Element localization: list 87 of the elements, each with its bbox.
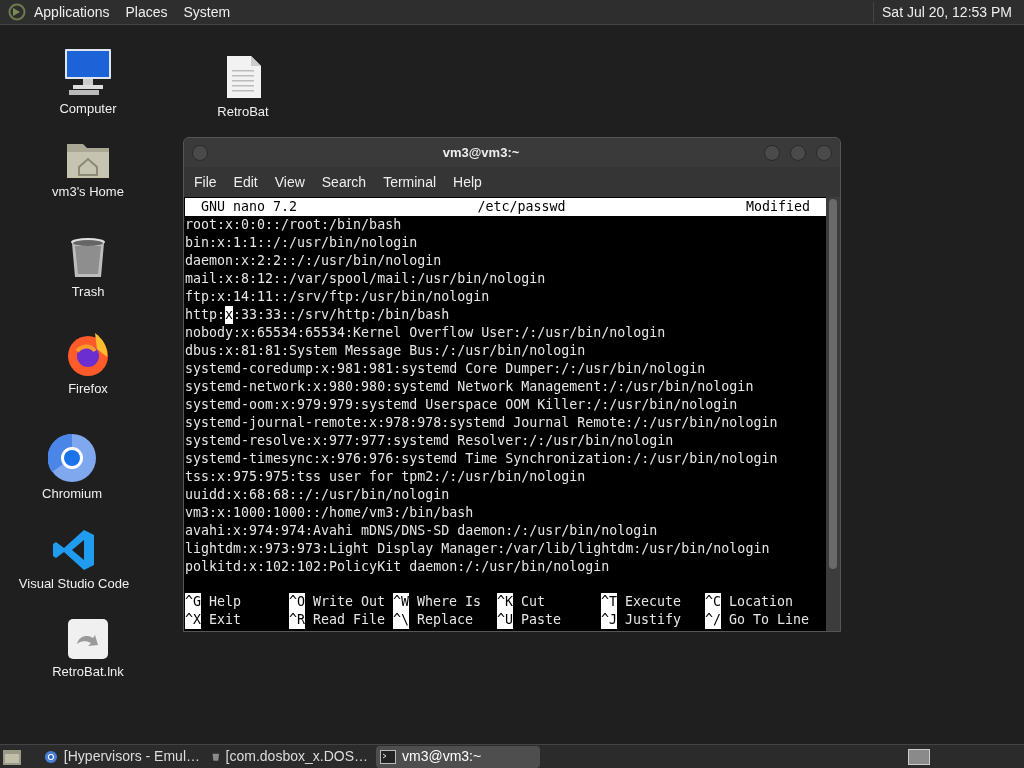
trash-icon (68, 236, 108, 280)
text-line: bin:x:1:1::/:/usr/bin/nologin (185, 234, 418, 252)
window-title: vm3@vm3:~ (441, 143, 521, 162)
text-line: tss:x:975:975:tss user for tpm2:/:/usr/bin/nologin (185, 468, 586, 486)
taskbar-button[interactable]: vm3@vm3:~ (376, 745, 540, 768)
text-line: dbus:x:81:81:System Message Bus:/:/usr/bin/nologin (185, 342, 586, 360)
window-menu-button[interactable] (192, 144, 208, 161)
shortcut-key: ^C (705, 593, 721, 611)
shortcut-key: ^R (289, 611, 305, 629)
shortcut-label: Where Is (417, 593, 482, 611)
panel-menu[interactable]: Applications (34, 1, 110, 23)
close-button[interactable] (816, 144, 832, 161)
shortcut-key: ^K (497, 593, 513, 611)
shortcut-label: Paste (521, 611, 562, 629)
shortcut-label: Help (209, 593, 242, 611)
shortcut-label: Location (729, 593, 794, 611)
workspace-switcher[interactable] (908, 748, 930, 765)
shortcut-label: Write Out (313, 593, 386, 611)
panel-menu[interactable]: Places (125, 1, 168, 23)
text-line: lightdm:x:973:973:Light Display Manager:/var/lib/lightdm:/usr/bin/nologin (185, 540, 770, 558)
show-desktop-icon[interactable] (2, 747, 22, 766)
shortcut-label: Cut (521, 593, 546, 611)
text-cursor: x (225, 306, 234, 324)
shortcut-label: Justify (625, 611, 682, 629)
text-line: nobody:x:65534:65534:Kernel Overflow User:/:/usr/bin/nologin (185, 324, 666, 342)
text-line: mail:x:8:12::/var/spool/mail:/usr/bin/nologin (185, 270, 546, 288)
text-line: :33:33::/srv/http:/bin/bash (233, 306, 450, 324)
shortcut-label: Exit (209, 611, 242, 629)
modified-status: Modified (745, 198, 810, 216)
shortcut-key: ^/ (705, 611, 721, 629)
shortcut-key: ^X (185, 611, 201, 629)
shortcut-label: Read File (313, 611, 386, 629)
scrollbar[interactable] (826, 197, 840, 631)
text-line: systemd-coredump:x:981:981:systemd Core Dumper:/:/usr/bin/nologin (185, 360, 706, 378)
menu-item[interactable]: Terminal (377, 171, 443, 193)
shortcut-key: ^J (601, 611, 617, 629)
shortcut-key: ^T (601, 593, 617, 611)
text-line: http: (185, 306, 226, 324)
text-line: systemd-oom:x:979:979:systemd Userspace OOM Killer:/:/usr/bin/nologin (185, 396, 738, 414)
text-line: vm3:x:1000:1000::/home/vm3:/bin/bash (185, 504, 474, 522)
text-line: systemd-timesync:x:976:976:systemd Time Synchronization:/:/usr/bin/nologin (185, 450, 778, 468)
text-line: uuidd:x:68:68::/:/usr/bin/nologin (185, 486, 450, 504)
menu-item[interactable]: Help (447, 171, 488, 193)
menu-item[interactable]: Search (315, 171, 373, 193)
text-line: polkitd:x:102:102:PolicyKit daemon:/:/usr/bin/nologin (185, 558, 610, 576)
maximize-button[interactable] (790, 144, 806, 161)
text-line: daemon:x:2:2::/:/usr/bin/nologin (185, 252, 442, 270)
desktop-icon-label[interactable]: Visual Studio Code (18, 574, 130, 594)
shortcut-key: ^O (289, 593, 305, 611)
shortcut-key: ^U (497, 611, 513, 629)
desktop-icon-label[interactable]: Computer (59, 99, 117, 119)
logo-icon (8, 3, 26, 21)
clock[interactable]: Sat Jul 20, 12:53 PM (873, 1, 1016, 23)
menu-item[interactable]: Edit (227, 171, 264, 193)
text-line: ftp:x:14:11::/srv/ftp:/usr/bin/nologin (185, 288, 490, 306)
text-line: systemd-resolve:x:977:977:systemd Resolver:/:/usr/bin/nologin (185, 432, 674, 450)
desktop-icon-label[interactable]: RetroBat.lnk (52, 662, 124, 682)
text-line: systemd-journal-remote:x:978:978:systemd Journal Remote:/:/usr/bin/nologin (185, 414, 778, 432)
desktop-icon-label[interactable]: Firefox (68, 379, 108, 399)
shortcut-key: ^\ (393, 611, 409, 629)
desktop-icon-label[interactable]: vm3's Home (52, 182, 124, 202)
text-line: systemd-network:x:980:980:systemd Network Management:/:/usr/bin/nologin (185, 378, 754, 396)
shortcut-label: Execute (625, 593, 682, 611)
firefox-icon (65, 331, 111, 377)
vscode-icon (52, 528, 96, 572)
menu-item[interactable]: File (188, 171, 223, 193)
desktop-icon-label[interactable]: Trash (71, 282, 105, 302)
text-line: root:x:0:0::/root:/bin/bash (185, 216, 402, 234)
nano-version: GNU nano 7.2 (201, 198, 298, 216)
shortcut-icon (67, 618, 109, 660)
terminal-icon (380, 749, 396, 764)
file-name: /etc/passwd (477, 198, 566, 216)
shortcut-key: ^G (185, 593, 201, 611)
computer-icon (63, 47, 113, 97)
menu-item[interactable]: View (268, 171, 311, 193)
panel-menu[interactable]: System (183, 1, 231, 23)
shortcut-label: Go To Line (729, 611, 810, 629)
shortcut-key: ^W (393, 593, 409, 611)
chromium-icon (48, 434, 96, 482)
taskbar-button[interactable]: [com.dosbox_x.DOS… (208, 745, 372, 768)
globe-icon (44, 748, 58, 765)
shortcut-label: Replace (417, 611, 474, 629)
text-line: avahi:x:974:974:Avahi mDNS/DNS-SD daemon:/:/usr/bin/nologin (185, 522, 658, 540)
desktop-icon-label[interactable]: RetroBat (217, 102, 269, 122)
taskbar-button[interactable]: [Hypervisors - Emul… (40, 745, 204, 768)
minimize-button[interactable] (764, 144, 780, 161)
desktop-icon-label[interactable]: Chromium (42, 484, 102, 504)
